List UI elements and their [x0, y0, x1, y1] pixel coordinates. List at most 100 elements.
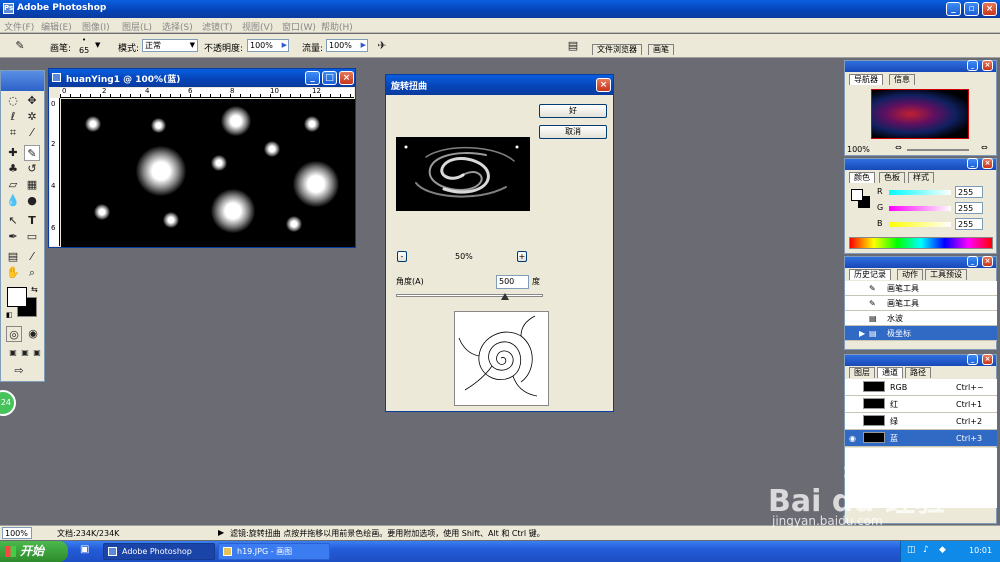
tab-file-browser[interactable]: 文件浏览器	[592, 44, 642, 55]
angle-input[interactable]: 500	[496, 275, 529, 289]
healing-tool-icon[interactable]: ✚	[5, 145, 21, 161]
history-item[interactable]: ▶ ▤ 极坐标	[845, 326, 997, 341]
tab-tool-presets[interactable]: 工具预设	[925, 269, 967, 280]
tab-paths[interactable]: 路径	[905, 367, 931, 378]
ok-button[interactable]: 好	[539, 104, 607, 118]
tray-antivirus-icon[interactable]: ◆	[939, 545, 946, 555]
foreground-color-swatch[interactable]	[7, 287, 27, 307]
zoom-out-button[interactable]: -	[397, 251, 407, 262]
navigator-zoom-slider[interactable]	[907, 149, 969, 151]
r-slider[interactable]	[889, 190, 951, 195]
gradient-tool-icon[interactable]: ▦	[24, 177, 40, 193]
pen-tool-icon[interactable]: ✒	[5, 229, 21, 245]
tab-actions[interactable]: 动作	[897, 269, 923, 280]
tab-color[interactable]: 颜色	[849, 172, 875, 183]
magic-wand-icon[interactable]: ✲	[24, 109, 40, 125]
standard-mode-icon[interactable]: ◎	[6, 326, 22, 342]
menu-file[interactable]: 文件(F)	[4, 20, 34, 33]
airbrush-icon[interactable]: ✈	[374, 38, 390, 54]
channels-title-bar[interactable]: _ ×	[845, 354, 996, 366]
cancel-button[interactable]: 取消	[539, 125, 607, 139]
default-colors-icon[interactable]: ◧	[6, 311, 13, 319]
type-tool-icon[interactable]: T	[24, 213, 40, 229]
jump-to-imageready-icon[interactable]: ⇨	[11, 363, 27, 379]
navigator-zoom-in-icon[interactable]: ⇔	[981, 143, 988, 152]
tab-channels[interactable]: 通道	[877, 367, 903, 378]
hand-tool-icon[interactable]: ✋	[5, 265, 21, 281]
brush-tool-icon[interactable]: ✎	[24, 145, 40, 161]
opacity-arrow-icon[interactable]: ▶	[282, 40, 287, 51]
quicklaunch-desktop-icon[interactable]: ▣	[80, 544, 89, 555]
tab-styles[interactable]: 样式	[908, 172, 934, 183]
document-title-bar[interactable]: huanYing1 @ 100%(蓝) _ □ ×	[49, 69, 355, 87]
start-button[interactable]: 开始	[0, 541, 68, 562]
dialog-title-bar[interactable]: 旋转扭曲 ×	[386, 75, 613, 95]
angle-slider-track[interactable]	[396, 294, 543, 297]
channel-row[interactable]: 红 Ctrl+1	[845, 396, 997, 413]
history-item[interactable]: ▤ 水波	[845, 311, 997, 326]
restore-button[interactable]: ▫	[964, 2, 979, 16]
g-slider[interactable]	[889, 206, 951, 211]
color-spectrum-bar[interactable]	[849, 237, 993, 249]
tray-volume-icon[interactable]: ♪	[923, 545, 929, 555]
r-value[interactable]: 255	[955, 186, 983, 198]
taskbar-task-photoshop[interactable]: Adobe Photoshop	[103, 543, 215, 560]
marquee-tool-icon[interactable]: ◌	[5, 93, 21, 109]
tab-info[interactable]: 信息	[889, 74, 915, 85]
doc-minimize-button[interactable]: _	[305, 71, 320, 85]
path-select-icon[interactable]: ↖	[5, 213, 21, 229]
notes-tool-icon[interactable]: ▤	[5, 249, 21, 265]
menu-help[interactable]: 帮助(H)	[321, 20, 353, 33]
quickmask-mode-icon[interactable]: ◉	[25, 326, 41, 342]
eraser-tool-icon[interactable]: ▱	[5, 177, 21, 193]
history-item[interactable]: ✎ 画笔工具	[845, 281, 997, 296]
tab-history[interactable]: 历史记录	[849, 269, 891, 280]
menu-layer[interactable]: 图层(L)	[122, 20, 152, 33]
eye-icon[interactable]: ◉	[849, 430, 856, 447]
tab-swatches[interactable]: 色板	[879, 172, 905, 183]
history-item[interactable]: ✎ 画笔工具	[845, 296, 997, 311]
status-arrow-icon[interactable]: ▶	[218, 528, 224, 537]
opacity-input[interactable]: 100% ▶	[247, 39, 289, 52]
shape-tool-icon[interactable]: ▭	[24, 229, 40, 245]
navigator-zoom[interactable]: 100%	[847, 145, 870, 154]
channels-minimize-button[interactable]: _	[967, 354, 978, 365]
crop-tool-icon[interactable]: ⌗	[5, 125, 21, 141]
stamp-tool-icon[interactable]: ♣	[5, 161, 21, 177]
lasso-tool-icon[interactable]: ℓ	[5, 109, 21, 125]
move-tool-icon[interactable]: ✥	[24, 93, 40, 109]
menu-select[interactable]: 选择(S)	[162, 20, 193, 33]
clock[interactable]: 10:01	[969, 546, 992, 555]
flow-arrow-icon[interactable]: ▶	[361, 40, 366, 51]
angle-slider-thumb[interactable]	[501, 293, 509, 300]
taskbar-task-paint[interactable]: h19.JPG - 画图	[218, 543, 330, 560]
navigator-zoom-out-icon[interactable]: ⇔	[895, 143, 902, 152]
menu-view[interactable]: 视图(V)	[242, 20, 273, 33]
channel-row[interactable]: RGB Ctrl+~	[845, 379, 997, 396]
channel-row[interactable]: ◉ 蓝 Ctrl+3	[845, 430, 997, 447]
zoom-in-button[interactable]: +	[517, 251, 527, 262]
menu-edit[interactable]: 编辑(E)	[41, 20, 72, 33]
preview-window[interactable]	[396, 137, 530, 211]
swap-colors-icon[interactable]: ⇆	[31, 285, 38, 294]
history-brush-icon[interactable]: ↺	[24, 161, 40, 177]
navigator-minimize-button[interactable]: _	[967, 60, 978, 71]
brush-tool-icon[interactable]: ✎	[12, 38, 28, 54]
tab-brushes[interactable]: 画笔	[648, 44, 674, 55]
channels-close-button[interactable]: ×	[982, 354, 993, 365]
navigator-thumbnail[interactable]	[871, 89, 969, 139]
color-close-button[interactable]: ×	[982, 158, 993, 169]
doc-maximize-button[interactable]: □	[322, 71, 337, 85]
color-minimize-button[interactable]: _	[967, 158, 978, 169]
slice-tool-icon[interactable]: ⁄	[24, 125, 40, 141]
history-title-bar[interactable]: _ ×	[845, 256, 996, 268]
tray-network-icon[interactable]: ◫	[907, 545, 916, 555]
minimize-button[interactable]: _	[946, 2, 961, 16]
doc-close-button[interactable]: ×	[339, 71, 354, 85]
status-zoom[interactable]: 100%	[2, 527, 32, 539]
flow-input[interactable]: 100% ▶	[326, 39, 368, 52]
mode-select[interactable]: 正常 ▼	[142, 39, 198, 52]
document-canvas[interactable]	[61, 99, 355, 247]
channel-row[interactable]: 绿 Ctrl+2	[845, 413, 997, 430]
tab-navigator[interactable]: 导航器	[849, 74, 883, 85]
